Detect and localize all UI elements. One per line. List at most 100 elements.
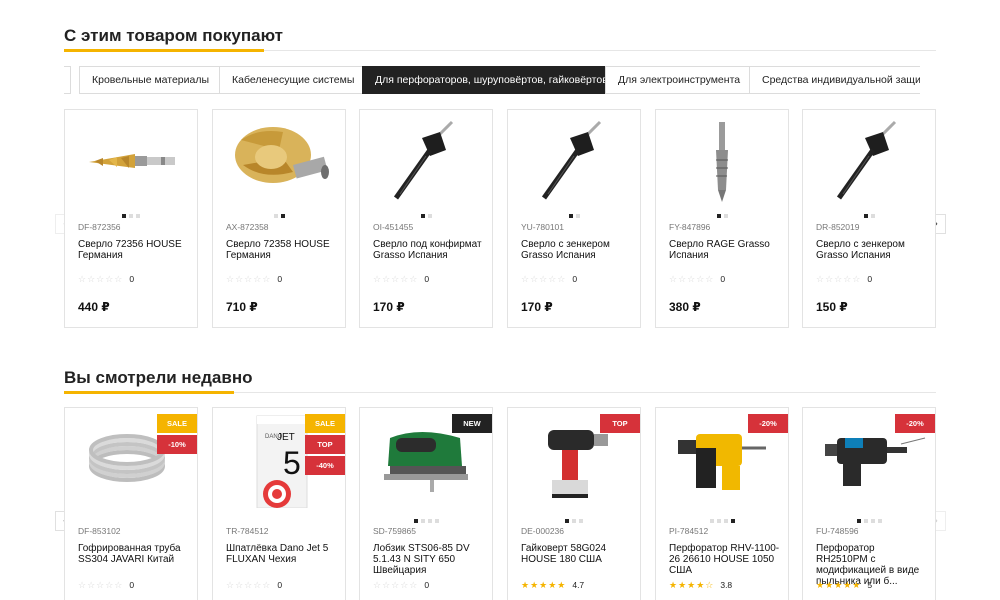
- product-card[interactable]: FY-847896 Сверло RAGE Grasso Испания ☆☆☆☆☆…: [655, 109, 789, 328]
- pagination-dot[interactable]: [420, 214, 425, 218]
- category-tabs: Кровельные материалы Кабеленесущие систе…: [64, 66, 920, 95]
- rating-stars: ☆☆☆☆☆: [373, 274, 419, 284]
- product-name[interactable]: Шпатлёвка Dano Jet 5 FLUXAN Чехия: [226, 543, 338, 565]
- pagination-dot[interactable]: [413, 519, 418, 523]
- rating-count: 0: [277, 580, 283, 590]
- product-card[interactable]: DF-872356 Сверло 72356 HOUSE Германия ☆☆☆☆…: [64, 109, 198, 328]
- product-name[interactable]: Гайковерт 58G024 HOUSE 180 США: [521, 543, 633, 565]
- product-rating: ☆☆☆☆☆ 0: [816, 274, 872, 285]
- product-card[interactable]: DR-852019 Сверло с зенкером Grasso Испани…: [802, 109, 936, 328]
- pagination-dot[interactable]: [716, 214, 721, 218]
- pagination-dot[interactable]: [723, 519, 728, 523]
- rating-count: 3.8: [720, 580, 733, 590]
- product-name[interactable]: Перфоратор RHV-1100-26 26610 HOUSE 1050 …: [669, 543, 781, 576]
- rating-count: 0: [867, 274, 873, 284]
- product-image[interactable]: [803, 110, 935, 210]
- pagination-dot[interactable]: [716, 519, 721, 523]
- pagination-dot[interactable]: [870, 214, 875, 218]
- pagination-dot[interactable]: [579, 519, 583, 523]
- product-card[interactable]: DANO JET 5 TR-784512 Шпатлёвка Dano Jet 5…: [212, 407, 346, 600]
- image-pagination-dots[interactable]: [803, 214, 935, 218]
- product-sku: AX-872358: [226, 222, 269, 232]
- tab-ppe[interactable]: Средства индивидуальной защиты: [749, 66, 920, 94]
- pagination-dot[interactable]: [572, 519, 576, 523]
- tab-drills-accessories[interactable]: Для перфораторов, шуруповёртов, гайковёр…: [362, 66, 621, 94]
- tab-previous-partial[interactable]: [64, 66, 71, 94]
- product-name[interactable]: Сверло с зенкером Grasso Испания: [521, 239, 633, 261]
- pagination-dot[interactable]: [280, 214, 285, 218]
- rating-stars: ☆☆☆☆☆: [78, 580, 124, 590]
- tab-cable-systems[interactable]: Кабеленесущие системы: [219, 66, 368, 94]
- pagination-dot[interactable]: [434, 519, 439, 523]
- product-image[interactable]: [213, 110, 345, 210]
- pagination-dot[interactable]: [129, 214, 133, 218]
- image-pagination-dots[interactable]: [65, 214, 197, 218]
- product-badge: NEW: [452, 414, 492, 433]
- pagination-dot[interactable]: [122, 214, 126, 218]
- product-rating: ☆☆☆☆☆ 0: [521, 274, 577, 285]
- tab-roofing[interactable]: Кровельные материалы: [79, 66, 223, 94]
- product-image[interactable]: [508, 110, 640, 210]
- rating-stars: ☆☆☆☆☆: [816, 274, 862, 284]
- product-card[interactable]: DE-000236 Гайковерт 58G024 HOUSE 180 США ★…: [507, 407, 641, 600]
- pagination-dot[interactable]: [856, 519, 861, 523]
- product-rating: ☆☆☆☆☆ 0: [226, 580, 282, 591]
- product-rating: ★★★★★ 5: [816, 580, 872, 591]
- rating-count: 0: [424, 274, 430, 284]
- product-badge: -40%: [305, 456, 345, 475]
- rating-count: 4.7: [572, 580, 585, 590]
- image-pagination-dots[interactable]: [656, 519, 788, 523]
- product-card[interactable]: DF-853102 Гофрированная труба SS304 JAVAR…: [64, 407, 198, 600]
- pagination-dot[interactable]: [427, 519, 432, 523]
- product-price: 380 ₽: [669, 300, 701, 314]
- image-pagination-dots[interactable]: [360, 519, 492, 523]
- pagination-dot[interactable]: [568, 214, 573, 218]
- image-pagination-dots[interactable]: [213, 214, 345, 218]
- product-image[interactable]: [360, 110, 492, 210]
- product-badge: -20%: [895, 414, 935, 433]
- image-pagination-dots[interactable]: [508, 214, 640, 218]
- product-card[interactable]: FU-748596 Перфоратор RH2510PM с модификац…: [802, 407, 936, 600]
- pagination-dot[interactable]: [273, 214, 278, 218]
- pagination-dot[interactable]: [709, 519, 714, 523]
- product-name[interactable]: Сверло 72358 HOUSE Германия: [226, 239, 338, 261]
- rating-stars: ☆☆☆☆☆: [373, 580, 419, 590]
- product-image[interactable]: [656, 110, 788, 210]
- pagination-dot[interactable]: [565, 519, 569, 523]
- image-pagination-dots[interactable]: [508, 519, 640, 523]
- product-badge: SALE: [305, 414, 345, 433]
- product-card[interactable]: OI-451455 Сверло под конфирмат Grasso Исп…: [359, 109, 493, 328]
- product-rating: ★★★★★ 4.7: [521, 580, 584, 591]
- product-name[interactable]: Гофрированная труба SS304 JAVARI Китай: [78, 543, 190, 565]
- image-pagination-dots[interactable]: [803, 519, 935, 523]
- pagination-dot[interactable]: [870, 519, 875, 523]
- product-name[interactable]: Сверло под конфирмат Grasso Испания: [373, 239, 485, 261]
- pagination-dot[interactable]: [575, 214, 580, 218]
- pagination-dot[interactable]: [723, 214, 728, 218]
- product-name[interactable]: Лобзик STS06-85 DV 5.1.43 N SITY 650 Шве…: [373, 543, 485, 576]
- pagination-dot[interactable]: [420, 519, 425, 523]
- product-card[interactable]: YU-780101 Сверло с зенкером Grasso Испани…: [507, 109, 641, 328]
- product-sku: YU-780101: [521, 222, 565, 232]
- product-name[interactable]: Сверло RAGE Grasso Испания: [669, 239, 781, 261]
- pagination-dot[interactable]: [136, 214, 140, 218]
- product-image[interactable]: [65, 110, 197, 210]
- product-name[interactable]: Сверло с зенкером Grasso Испания: [816, 239, 928, 261]
- product-name[interactable]: Сверло 72356 HOUSE Германия: [78, 239, 190, 261]
- image-pagination-dots[interactable]: [656, 214, 788, 218]
- pagination-dot[interactable]: [863, 214, 868, 218]
- pagination-dot[interactable]: [730, 519, 735, 523]
- pagination-dot[interactable]: [877, 519, 882, 523]
- product-card[interactable]: AX-872358 Сверло 72358 HOUSE Германия ☆☆☆☆…: [212, 109, 346, 328]
- pagination-dot[interactable]: [863, 519, 868, 523]
- rating-stars: ☆☆☆☆☆: [669, 274, 715, 284]
- product-card[interactable]: PI-784512 Перфоратор RHV-1100-26 26610 HO…: [655, 407, 789, 600]
- product-rating: ☆☆☆☆☆ 0: [373, 580, 429, 591]
- packaging-product-text: JET: [277, 432, 295, 443]
- tab-power-tools[interactable]: Для электроинструмента: [605, 66, 754, 94]
- product-sku: TR-784512: [226, 526, 269, 536]
- product-rating: ☆☆☆☆☆ 0: [669, 274, 725, 285]
- image-pagination-dots[interactable]: [360, 214, 492, 218]
- pagination-dot[interactable]: [427, 214, 432, 218]
- product-card[interactable]: SD-759865 Лобзик STS06-85 DV 5.1.43 N SIT…: [359, 407, 493, 600]
